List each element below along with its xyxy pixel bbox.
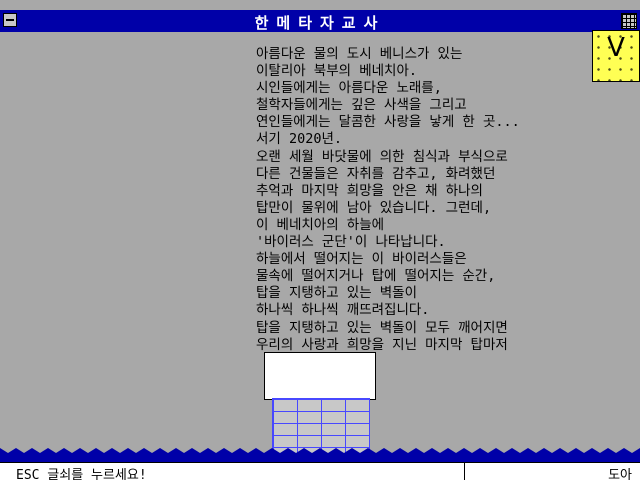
sea-waves bbox=[0, 448, 640, 464]
story-text: 아름다운 물의 도시 베니스가 있는 이탈리아 북부의 베네치아. 시인들에게는 아… bbox=[256, 46, 586, 354]
story-line: 아름다운 물의 도시 베니스가 있는 bbox=[256, 46, 463, 62]
clock-badge: V bbox=[592, 30, 640, 82]
story-line: 탑을 지탱하고 있는 벽돌이 모두 깨어지면 bbox=[256, 319, 508, 336]
story-line: 서기 2020년. bbox=[256, 131, 343, 148]
story-line: 탑을 지탱하고 있는 벽돌이 bbox=[256, 285, 418, 302]
status-bar: ESC 글쇠를 누르세요! 도아 bbox=[0, 462, 640, 480]
clock-hand-icon: V bbox=[607, 33, 625, 63]
story-line: 시인들에게는 아름다운 노래를, bbox=[256, 80, 442, 97]
grid-icon[interactable] bbox=[621, 13, 637, 29]
game-screen: 한메타자교사 V 아름다운 물의 도시 베니스가 있는 이탈리아 북부의 베네치아… bbox=[0, 0, 640, 480]
status-divider bbox=[464, 463, 465, 480]
help-label[interactable]: 도아 bbox=[608, 464, 632, 480]
story-line: 연인들에게는 달콤한 사랑을 낳게 한 곳... bbox=[256, 114, 520, 131]
story-line: 이탈리아 북부의 베네치아. bbox=[256, 63, 418, 80]
story-line: 오랜 세월 바닷물에 의한 침식과 부식으로 bbox=[256, 148, 508, 165]
title-bar: 한메타자교사 bbox=[0, 10, 640, 32]
story-line: 물속에 떨어지거나 탑에 떨어지는 순간, bbox=[256, 268, 496, 285]
story-line: 추억과 마지막 희망을 안은 채 하나의 bbox=[256, 182, 483, 199]
story-line: '바이러스 군단'이 나타납니다. bbox=[256, 234, 446, 251]
story-line: 하나씩 하나씩 깨뜨려집니다. bbox=[256, 302, 430, 319]
story-line: 탑만이 물위에 남아 있습니다. 그런데, bbox=[256, 199, 492, 216]
story-line: 이 베네치아의 하늘에 bbox=[256, 216, 385, 233]
tower-top bbox=[264, 352, 376, 400]
story-line: 다른 건물들은 자취를 감추고, 화려했던 bbox=[256, 165, 496, 182]
status-message: ESC 글쇠를 누르세요! bbox=[16, 468, 147, 480]
story-line: 철학자들에게는 깊은 사색을 그리고 bbox=[256, 97, 467, 114]
story-line: 하늘에서 떨어지는 이 바이러스들은 bbox=[256, 251, 467, 268]
window-title: 한메타자교사 bbox=[254, 14, 386, 32]
